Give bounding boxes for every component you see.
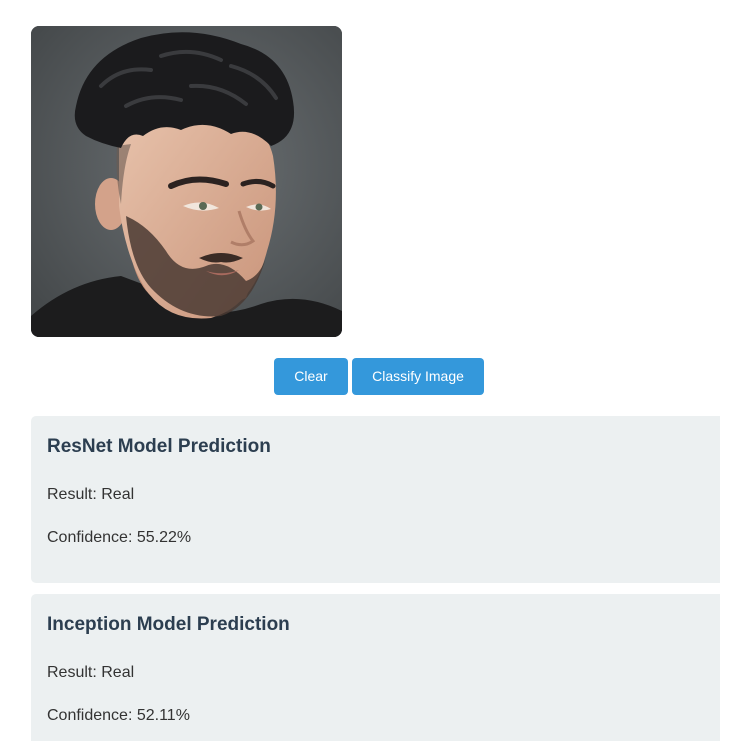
portrait-image: [31, 26, 342, 337]
result-text: Result: Real: [47, 664, 135, 681]
classify-image-button[interactable]: Classify Image: [352, 358, 484, 395]
resnet-prediction-card: ResNet Model Prediction Result: Real Con…: [31, 416, 720, 583]
card-title: Inception Model Prediction: [47, 614, 290, 635]
confidence-text: Confidence: 52.11%: [47, 707, 190, 724]
classifier-page: Clear Classify Image ResNet Model Predic…: [0, 0, 752, 741]
clear-button[interactable]: Clear: [274, 358, 348, 395]
uploaded-image: [31, 26, 342, 337]
inception-prediction-card: Inception Model Prediction Result: Real …: [31, 594, 720, 741]
card-title: ResNet Model Prediction: [47, 436, 271, 457]
result-text: Result: Real: [47, 486, 135, 503]
confidence-text: Confidence: 55.22%: [47, 529, 192, 546]
action-bar: Clear Classify Image: [0, 358, 752, 395]
